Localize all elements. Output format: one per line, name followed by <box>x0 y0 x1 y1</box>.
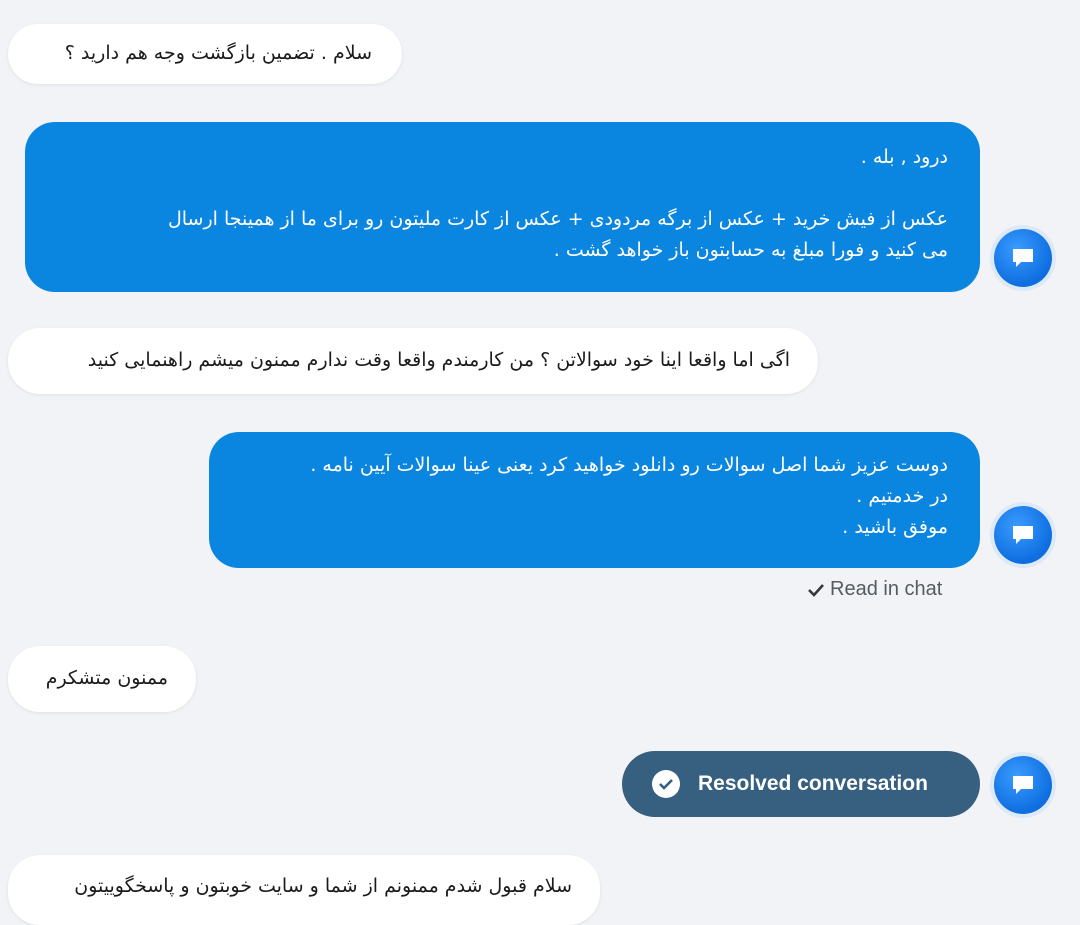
chat-bubble-icon <box>1013 249 1033 267</box>
agent-message: دوست عزیز شما اصل سوالات رو دانلود خواهی… <box>209 432 980 568</box>
agent-avatar <box>994 506 1052 564</box>
agent-message: درود , بله . عکس از فیش خرید + عکس از بر… <box>25 122 980 292</box>
user-message: ممنون متشکرم <box>8 646 196 712</box>
resolved-conversation-pill: Resolved conversation <box>622 751 980 817</box>
agent-avatar <box>994 229 1052 287</box>
chat-thread: سلام . تضمین بازگشت وجه هم دارید ؟ درود … <box>0 0 1080 925</box>
chat-bubble-icon <box>1013 776 1033 794</box>
check-circle-icon <box>652 770 680 798</box>
agent-avatar <box>994 756 1052 814</box>
user-message: سلام . تضمین بازگشت وجه هم دارید ؟ <box>8 24 402 84</box>
resolved-label: Resolved conversation <box>698 772 928 795</box>
user-message: سلام قبول شدم ممنونم از شما و سایت خوبتو… <box>8 855 600 925</box>
user-message: اگی اما واقعا اینا خود سوالاتن ؟ من کارم… <box>8 328 818 394</box>
chat-bubble-icon <box>1013 526 1033 544</box>
read-status-text: Read in chat <box>830 578 943 600</box>
checkmark-icon <box>808 583 824 597</box>
read-status: Read in chat <box>808 578 942 601</box>
